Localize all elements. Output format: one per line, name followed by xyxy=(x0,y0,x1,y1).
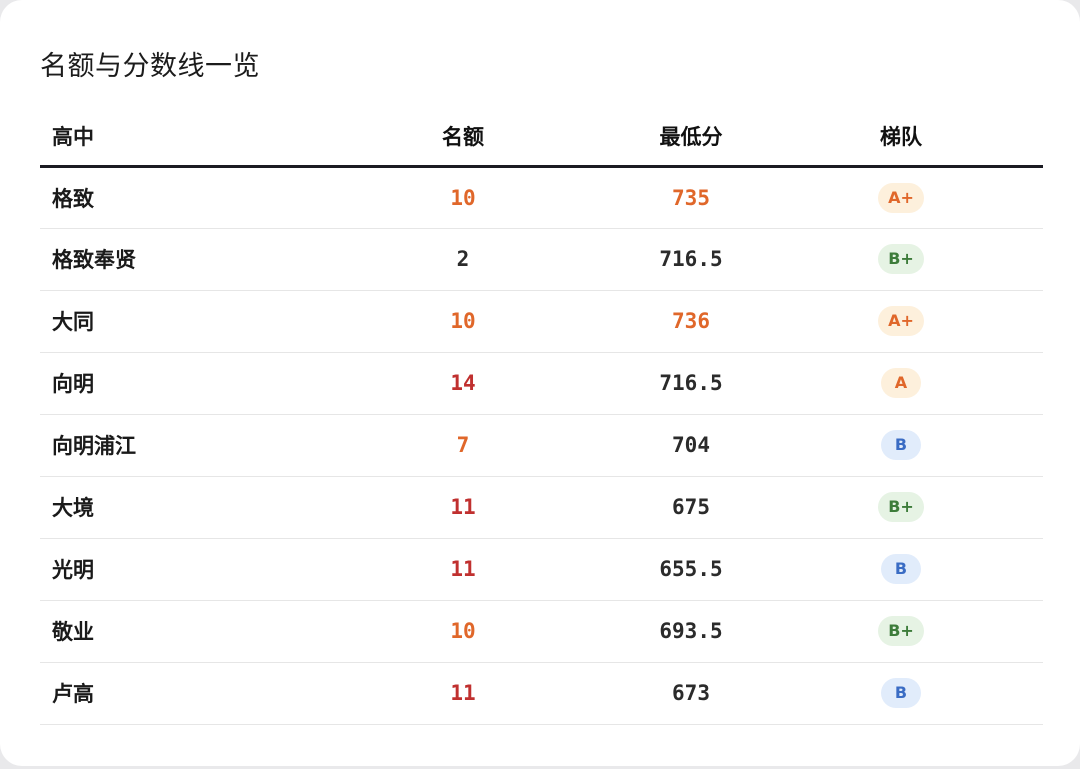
tier-badge: B+ xyxy=(878,244,924,274)
tier-badge: A+ xyxy=(878,306,924,336)
header-row: 高中 名额 最低分 梯队 xyxy=(40,107,1043,168)
quota-cell: 2 xyxy=(456,247,470,271)
school-name-cell: 敬业 xyxy=(52,620,94,644)
column-header-tier: 梯队 xyxy=(759,107,1043,168)
tier-cell: B xyxy=(759,414,1043,476)
column-header-min-score: 最低分 xyxy=(623,107,759,168)
school-name-cell: 向明 xyxy=(52,372,94,396)
tier-badge: B xyxy=(881,678,921,708)
tier-cell: B xyxy=(759,662,1043,724)
tier-cell: B+ xyxy=(759,600,1043,662)
tier-cell: B+ xyxy=(759,476,1043,538)
quota-cell: 11 xyxy=(450,681,476,705)
min-score-cell: 655.5 xyxy=(659,557,723,581)
table-row: 卢高 11 673 B xyxy=(40,662,1043,724)
tier-cell: B xyxy=(759,538,1043,600)
quota-cell: 11 xyxy=(450,495,476,519)
min-score-cell: 716.5 xyxy=(659,371,723,395)
school-name-cell: 光明 xyxy=(52,558,94,582)
table-row: 向明 14 716.5 A xyxy=(40,352,1043,414)
min-score-cell: 693.5 xyxy=(659,619,723,643)
table-row: 光明 11 655.5 B xyxy=(40,538,1043,600)
quota-cell: 10 xyxy=(450,309,476,333)
school-name-cell: 卢高 xyxy=(52,682,94,706)
table-header: 高中 名额 最低分 梯队 xyxy=(40,107,1043,168)
quota-cell: 7 xyxy=(456,433,470,457)
min-score-cell: 675 xyxy=(672,495,710,519)
tier-badge: B xyxy=(881,554,921,584)
card-title: 名额与分数线一览 xyxy=(40,51,260,82)
quota-score-card: 名额与分数线一览 高中 名额 最低分 梯队 格致 10 735 A+ 格致奉贤 2 716.… xyxy=(0,0,1080,766)
tier-cell: A+ xyxy=(759,290,1043,352)
table-row: 格致奉贤 2 716.5 B+ xyxy=(40,228,1043,290)
min-score-cell: 704 xyxy=(672,433,710,457)
table-row: 大同 10 736 A+ xyxy=(40,290,1043,352)
table-row: 敬业 10 693.5 B+ xyxy=(40,600,1043,662)
column-header-quota: 名额 xyxy=(303,107,623,168)
quota-score-table: 高中 名额 最低分 梯队 格致 10 735 A+ 格致奉贤 2 716.5 B+ 大同 10 73… xyxy=(40,107,1043,725)
tier-cell: A xyxy=(759,352,1043,414)
school-name-cell: 大境 xyxy=(52,496,94,520)
tier-badge: B xyxy=(881,430,921,460)
table-row: 大境 11 675 B+ xyxy=(40,476,1043,538)
school-name-cell: 大同 xyxy=(52,310,94,334)
tier-badge: B+ xyxy=(878,616,924,646)
tier-badge: B+ xyxy=(878,492,924,522)
school-name-cell: 格致奉贤 xyxy=(52,248,136,272)
min-score-cell: 736 xyxy=(672,309,710,333)
min-score-cell: 735 xyxy=(672,185,710,210)
table-row: 向明浦江 7 704 B xyxy=(40,414,1043,476)
tier-badge: A+ xyxy=(878,182,924,213)
table-body: 格致 10 735 A+ 格致奉贤 2 716.5 B+ 大同 10 736 A+ 向明 14 716.5 A… xyxy=(40,166,1043,724)
quota-cell: 11 xyxy=(450,557,476,581)
min-score-cell: 716.5 xyxy=(659,247,723,271)
tier-badge: A xyxy=(881,368,921,398)
column-header-school: 高中 xyxy=(40,107,303,168)
table-row: 格致 10 735 A+ xyxy=(40,166,1043,228)
min-score-cell: 673 xyxy=(672,681,710,705)
quota-cell: 10 xyxy=(450,185,476,210)
school-name-cell: 向明浦江 xyxy=(52,434,136,458)
tier-cell: A+ xyxy=(759,166,1043,228)
quota-cell: 10 xyxy=(450,619,476,643)
quota-cell: 14 xyxy=(450,371,476,395)
school-name-cell: 格致 xyxy=(52,186,94,211)
tier-cell: B+ xyxy=(759,228,1043,290)
